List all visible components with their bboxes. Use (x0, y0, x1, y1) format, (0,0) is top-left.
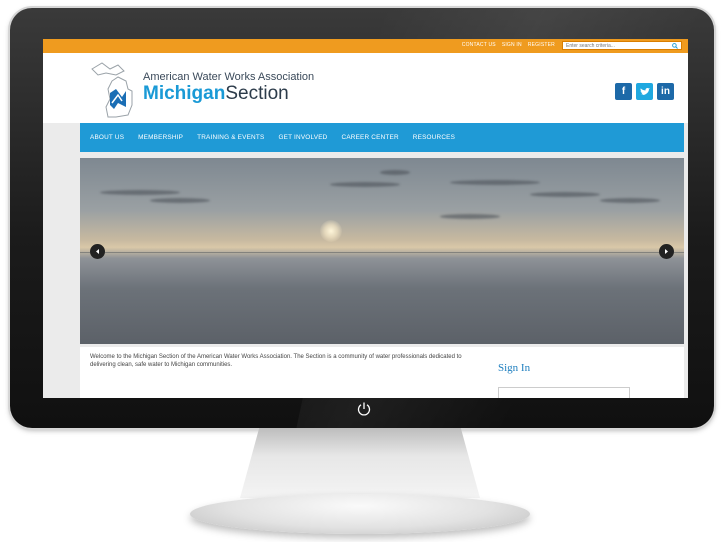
power-icon[interactable] (356, 401, 372, 417)
sign-in-link[interactable]: SIGN IN (502, 42, 522, 48)
hero-cloud (450, 180, 540, 185)
utility-bar: CONTACT US SIGN IN REGISTER (43, 39, 688, 53)
linkedin-icon[interactable]: in (657, 83, 674, 100)
nav-item-training-events[interactable]: TRAINING & EVENTS (197, 134, 264, 141)
nav-item-membership[interactable]: MEMBERSHIP (138, 134, 183, 141)
twitter-icon[interactable] (636, 83, 653, 100)
search-icon[interactable] (672, 43, 678, 49)
hero-horizon (80, 252, 684, 253)
section-name: MichiganSection (143, 83, 289, 105)
content-area: Welcome to the Michigan Section of the A… (80, 347, 684, 398)
hero-sun (320, 220, 342, 242)
slider-prev-button[interactable] (90, 244, 105, 259)
monitor-stand-base (190, 494, 530, 534)
main-nav: ABOUT US MEMBERSHIP TRAINING & EVENTS GE… (80, 123, 684, 152)
slider-next-button[interactable] (659, 244, 674, 259)
hero-cloud (600, 198, 660, 203)
facebook-icon[interactable]: f (615, 83, 632, 100)
section-name-rest: Section (225, 83, 289, 104)
monitor-stand-neck (240, 428, 480, 498)
twitter-bird-icon (639, 87, 650, 95)
hero-cloud (150, 198, 210, 203)
welcome-text: Welcome to the Michigan Section of the A… (90, 354, 462, 368)
chevron-right-icon (665, 249, 668, 254)
social-links: f in (615, 83, 674, 100)
chevron-left-icon (96, 249, 99, 254)
nav-item-get-involved[interactable]: GET INVOLVED (278, 134, 327, 141)
sign-in-title: Sign In (498, 362, 531, 374)
register-link[interactable]: REGISTER (528, 42, 555, 48)
hero-cloud (440, 214, 500, 219)
nav-item-about-us[interactable]: ABOUT US (90, 134, 124, 141)
org-name: American Water Works Association (143, 71, 315, 83)
section-name-bold: Michigan (143, 83, 226, 104)
monitor-bezel: CONTACT US SIGN IN REGISTER American Wat… (10, 8, 714, 428)
sign-in-username-field[interactable] (498, 387, 630, 398)
hero-cloud (380, 170, 410, 175)
nav-item-resources[interactable]: RESOURCES (413, 134, 455, 141)
nav-item-career-center[interactable]: CAREER CENTER (342, 134, 399, 141)
utility-links: CONTACT US SIGN IN REGISTER (462, 42, 555, 48)
website-screen: CONTACT US SIGN IN REGISTER American Wat… (43, 39, 688, 398)
hero-cloud (530, 192, 600, 197)
search-input[interactable] (566, 43, 666, 49)
hero-cloud (100, 190, 180, 195)
hero-slider (80, 158, 684, 344)
search-box (562, 41, 682, 50)
hero-cloud (330, 182, 400, 187)
michigan-logo-icon[interactable] (88, 59, 142, 121)
contact-us-link[interactable]: CONTACT US (462, 42, 496, 48)
site-header: American Water Works Association Michiga… (43, 53, 688, 123)
